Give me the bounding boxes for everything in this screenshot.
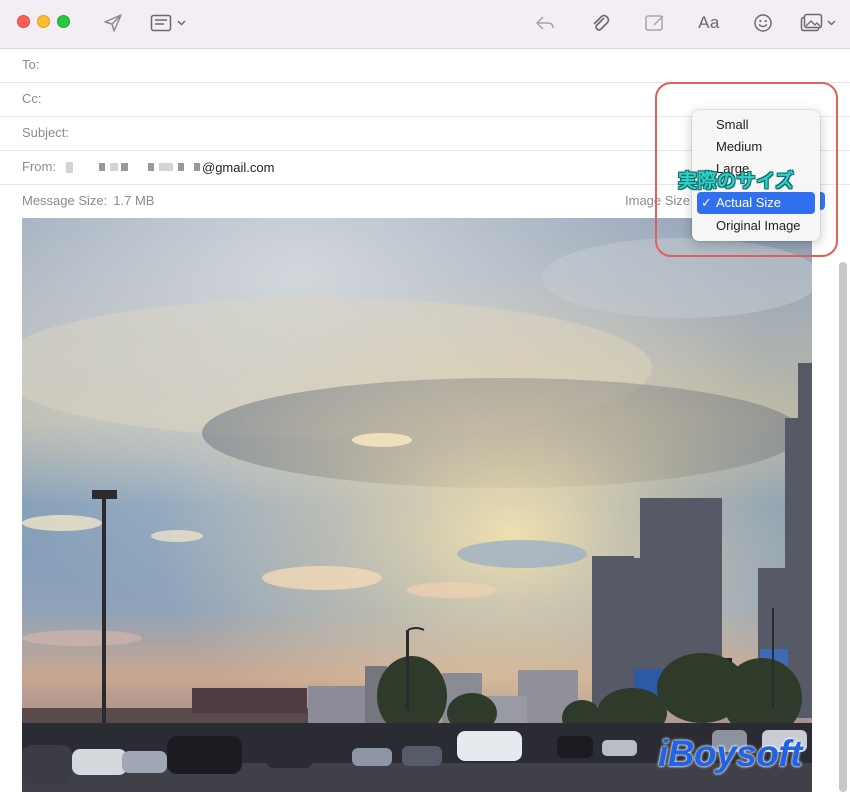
photo-browser-icon[interactable] [800, 11, 838, 35]
menu-item-label: Medium [716, 139, 763, 154]
attached-photo [22, 218, 812, 792]
to-label: To: [22, 57, 40, 72]
from-label: From: [22, 159, 56, 174]
redacted-text [110, 163, 118, 171]
redacted-text [121, 163, 128, 171]
menu-item-actual-size[interactable]: ✓ Actual Size [697, 192, 815, 214]
sunset-city-photo [22, 218, 812, 792]
checkmark-icon: ✓ [701, 195, 712, 210]
emoji-icon[interactable] [751, 11, 775, 35]
from-email: @gmail.com [202, 159, 275, 175]
menu-item-medium[interactable]: Medium [697, 136, 815, 158]
redacted-text [159, 163, 173, 171]
annotation-label: 実際のサイズ [678, 170, 795, 192]
close-window-button[interactable] [17, 15, 30, 28]
menu-item-label: Original Image [716, 218, 801, 233]
cc-label: Cc: [22, 91, 42, 106]
zoom-window-button[interactable] [57, 15, 70, 28]
header-fields-icon[interactable] [150, 11, 188, 35]
redacted-text [178, 163, 184, 171]
message-size-label: Message Size: [22, 193, 108, 208]
menu-item-original-image[interactable]: Original Image [697, 215, 815, 237]
menu-item-label: Small [716, 117, 749, 132]
scrollbar-thumb[interactable] [839, 262, 847, 792]
minimize-window-button[interactable] [37, 15, 50, 28]
menu-item-label: Actual Size [716, 195, 782, 210]
attachment-icon[interactable] [588, 11, 612, 35]
watermark-logo: iBoysoft [658, 733, 803, 774]
redacted-text [66, 161, 73, 173]
format-fonts-label: Aa [698, 13, 720, 32]
redacted-text [194, 163, 200, 171]
from-address[interactable]: @gmail.com [66, 157, 274, 177]
message-size-value: 1.7 MB [113, 193, 155, 208]
subject-label: Subject: [22, 125, 69, 140]
redacted-text [148, 163, 154, 171]
send-icon[interactable] [101, 11, 125, 35]
message-size: Message Size: 1.7 MB [22, 193, 154, 208]
format-fonts-button[interactable]: Aa [695, 11, 723, 35]
redacted-text [99, 163, 105, 171]
reply-icon[interactable] [533, 11, 557, 35]
markup-icon[interactable] [643, 11, 667, 35]
to-field[interactable]: To: [0, 49, 850, 83]
toolbar: Aa [0, 0, 850, 49]
menu-item-small[interactable]: Small [697, 114, 815, 136]
